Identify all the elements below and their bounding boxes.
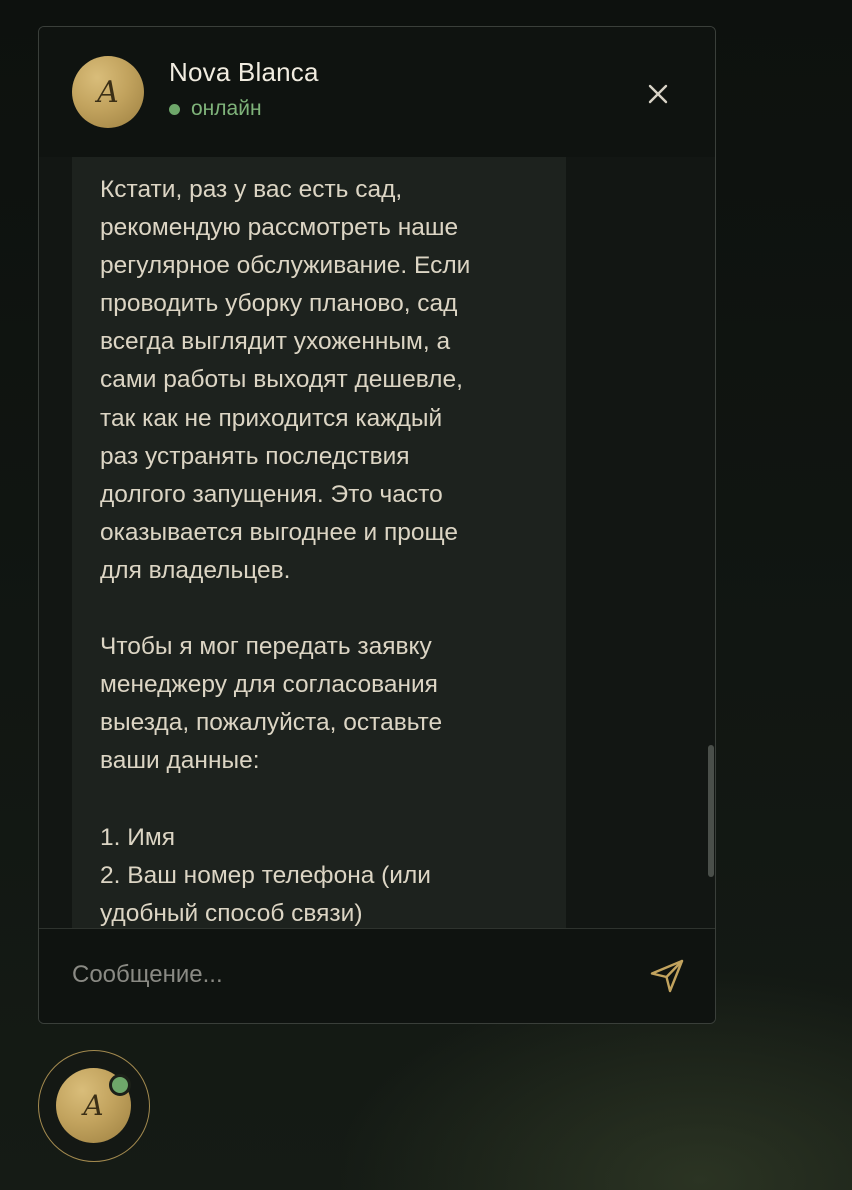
launcher-online-indicator: [109, 1074, 131, 1096]
close-icon: [648, 84, 668, 104]
agent-status: онлайн: [169, 97, 262, 121]
launcher-avatar-letter: A: [83, 1089, 104, 1122]
send-button[interactable]: [647, 956, 687, 996]
message-input[interactable]: [72, 951, 612, 999]
messages-area[interactable]: Кстати, раз у вас есть сад, рекомендую р…: [39, 157, 715, 929]
agent-avatar: A: [72, 56, 144, 128]
agent-avatar-letter: A: [97, 74, 119, 110]
chat-header: A Nova Blanca онлайн: [39, 27, 715, 158]
chat-launcher-button[interactable]: A: [38, 1050, 150, 1162]
agent-message-text: Кстати, раз у вас есть сад, рекомендую р…: [100, 176, 471, 927]
agent-name: Nova Blanca: [169, 57, 319, 87]
online-status-dot: [169, 103, 180, 115]
composer-bar: [39, 928, 715, 1023]
chat-window: A Nova Blanca онлайн Кстати, раз у вас е…: [38, 26, 716, 1024]
send-icon: [650, 959, 684, 993]
messages-scrollbar-thumb[interactable]: [708, 745, 714, 877]
agent-message-bubble: Кстати, раз у вас есть сад, рекомендую р…: [72, 157, 566, 929]
agent-status-label: онлайн: [191, 97, 262, 120]
close-button[interactable]: [643, 79, 673, 109]
messages-scrollbar[interactable]: [703, 157, 715, 929]
